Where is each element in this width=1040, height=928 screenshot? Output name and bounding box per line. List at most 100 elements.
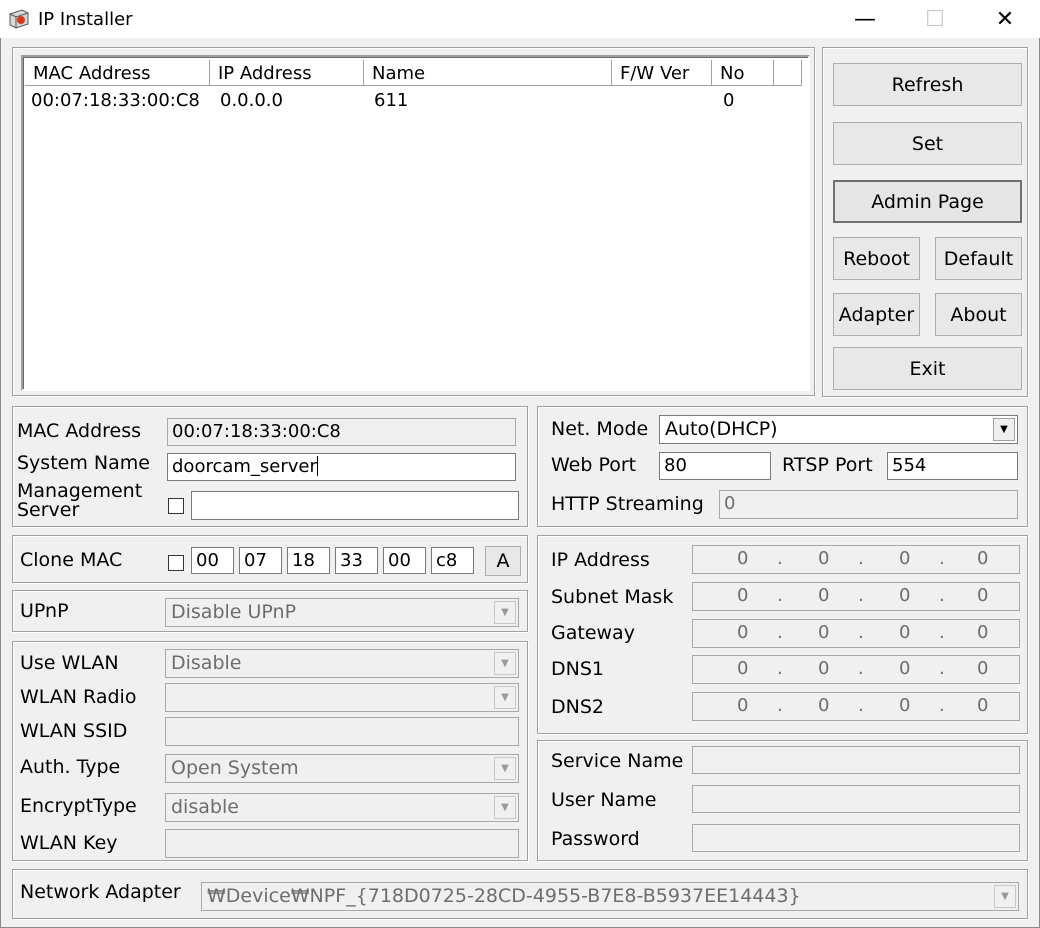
ip-octet: 0 (737, 622, 749, 643)
clone-mac-octet-6[interactable]: c8 (431, 547, 474, 574)
minimize-button[interactable]: — (830, 0, 900, 38)
wlan-radio-select[interactable]: ▼ (165, 683, 519, 712)
ip-octet: 0 (818, 585, 830, 606)
ip-octet: 0 (737, 695, 749, 716)
cell-no: 0 (723, 90, 735, 111)
set-button[interactable]: Set (833, 122, 1022, 165)
ip-octet: 0 (977, 695, 989, 716)
management-server-label-line2: Server (17, 499, 80, 521)
encrypt-type-value: disable (171, 796, 239, 818)
reboot-button[interactable]: Reboot (833, 237, 920, 280)
upnp-select[interactable]: Disable UPnP ▼ (165, 598, 519, 627)
ip-row-label: Subnet Mask (551, 586, 674, 608)
network-adapter-label: Network Adapter (20, 881, 181, 903)
ip-row-label: IP Address (551, 549, 650, 571)
ip-address-control: 0 0 0 0... (692, 582, 1020, 611)
service-name-field (692, 746, 1020, 774)
clone-mac-octet-1[interactable]: 00 (191, 547, 234, 574)
system-name-value: doorcam_server (172, 456, 317, 477)
mac-address-field: 00:07:18:33:00:C8 (167, 418, 516, 446)
ip-octet: 0 (977, 658, 989, 679)
ip-dot-separator: . (939, 695, 945, 716)
exit-button[interactable]: Exit (833, 347, 1022, 390)
clone-mac-octet-4[interactable]: 33 (335, 547, 378, 574)
ip-row-label: Gateway (551, 622, 635, 644)
user-name-label: User Name (551, 789, 657, 811)
ip-dot-separator: . (777, 695, 783, 716)
ip-octet: 0 (977, 585, 989, 606)
wlan-key-field (165, 829, 519, 858)
cell-name: 611 (374, 90, 409, 111)
auth-type-select[interactable]: Open System ▼ (165, 754, 519, 783)
web-port-input[interactable]: 80 (659, 452, 771, 480)
chevron-down-icon[interactable]: ▼ (494, 601, 516, 624)
ip-dot-separator: . (777, 548, 783, 569)
clone-mac-octet-3[interactable]: 18 (287, 547, 330, 574)
clone-mac-octet-2[interactable]: 07 (239, 547, 282, 574)
use-wlan-value: Disable (171, 652, 242, 674)
column-header-ip[interactable]: IP Address (210, 60, 364, 86)
column-header-no[interactable]: No (712, 60, 774, 86)
clone-mac-octet-5[interactable]: 00 (383, 547, 426, 574)
clone-mac-apply-button[interactable]: A (485, 546, 521, 576)
rtsp-port-input[interactable]: 554 (887, 452, 1018, 480)
user-name-field (692, 785, 1020, 813)
wlan-key-label: WLAN Key (20, 832, 118, 854)
about-button[interactable]: About (935, 293, 1022, 336)
wlan-radio-label: WLAN Radio (20, 686, 137, 708)
encrypt-type-label: EncryptType (20, 795, 137, 817)
chevron-down-icon[interactable]: ▼ (494, 652, 516, 675)
ip-octet: 0 (899, 695, 911, 716)
ip-octet: 0 (818, 622, 830, 643)
http-streaming-field: 0 (719, 490, 1018, 519)
web-port-label: Web Port (551, 454, 637, 476)
ip-octet: 0 (737, 658, 749, 679)
ip-octet: 0 (818, 695, 830, 716)
chevron-down-icon[interactable]: ▼ (993, 418, 1015, 441)
chevron-down-icon[interactable]: ▼ (494, 686, 516, 709)
clone-mac-checkbox[interactable] (168, 555, 184, 571)
management-server-input[interactable] (191, 491, 519, 520)
cell-mac: 00:07:18:33:00:C8 (31, 90, 200, 111)
management-server-checkbox[interactable] (168, 498, 184, 514)
adapter-button[interactable]: Adapter (833, 293, 920, 336)
chevron-down-icon[interactable]: ▼ (494, 796, 516, 819)
device-list[interactable]: MAC Address IP Address Name F/W Ver No 0… (21, 55, 810, 391)
clone-mac-label: Clone MAC (20, 549, 123, 571)
ip-dot-separator: . (858, 695, 864, 716)
ip-dot-separator: . (777, 622, 783, 643)
ip-dot-separator: . (777, 658, 783, 679)
ip-dot-separator: . (858, 548, 864, 569)
http-streaming-label: HTTP Streaming (551, 493, 704, 515)
close-button[interactable]: ✕ (970, 0, 1040, 38)
admin-page-button[interactable]: Admin Page (833, 180, 1022, 223)
chevron-down-icon[interactable]: ▼ (994, 885, 1016, 908)
net-mode-select[interactable]: Auto(DHCP) ▼ (659, 415, 1018, 444)
ip-octet: 0 (977, 622, 989, 643)
default-button[interactable]: Default (935, 237, 1022, 280)
column-header-mac[interactable]: MAC Address (25, 60, 210, 86)
network-adapter-select[interactable]: ₩Device₩NPF_{718D0725-28CD-4955-B7E8-B59… (201, 882, 1019, 911)
chevron-down-icon[interactable]: ▼ (494, 757, 516, 780)
ip-dot-separator: . (858, 622, 864, 643)
ip-row-label: DNS2 (551, 696, 604, 718)
password-field (692, 824, 1020, 852)
ip-address-control: 0 0 0 0... (692, 545, 1020, 574)
encrypt-type-select[interactable]: disable ▼ (165, 793, 519, 822)
ip-octet: 0 (737, 585, 749, 606)
net-mode-value: Auto(DHCP) (665, 418, 778, 440)
ip-octet: 0 (899, 548, 911, 569)
ip-address-control: 0 0 0 0... (692, 619, 1020, 648)
auth-type-label: Auth. Type (20, 756, 121, 778)
table-row[interactable]: 00:07:18:33:00:C8 0.0.0.0 611 0 (25, 87, 804, 113)
ip-dot-separator: . (939, 622, 945, 643)
maximize-button[interactable]: ☐ (900, 0, 970, 38)
rtsp-port-label: RTSP Port (782, 454, 873, 476)
system-name-input[interactable]: doorcam_server (167, 453, 516, 481)
upnp-value: Disable UPnP (171, 601, 297, 623)
column-header-fw[interactable]: F/W Ver (612, 60, 712, 86)
use-wlan-select[interactable]: Disable ▼ (165, 649, 519, 678)
ip-address-control: 0 0 0 0... (692, 655, 1020, 684)
refresh-button[interactable]: Refresh (833, 63, 1022, 106)
column-header-name[interactable]: Name (364, 60, 612, 86)
